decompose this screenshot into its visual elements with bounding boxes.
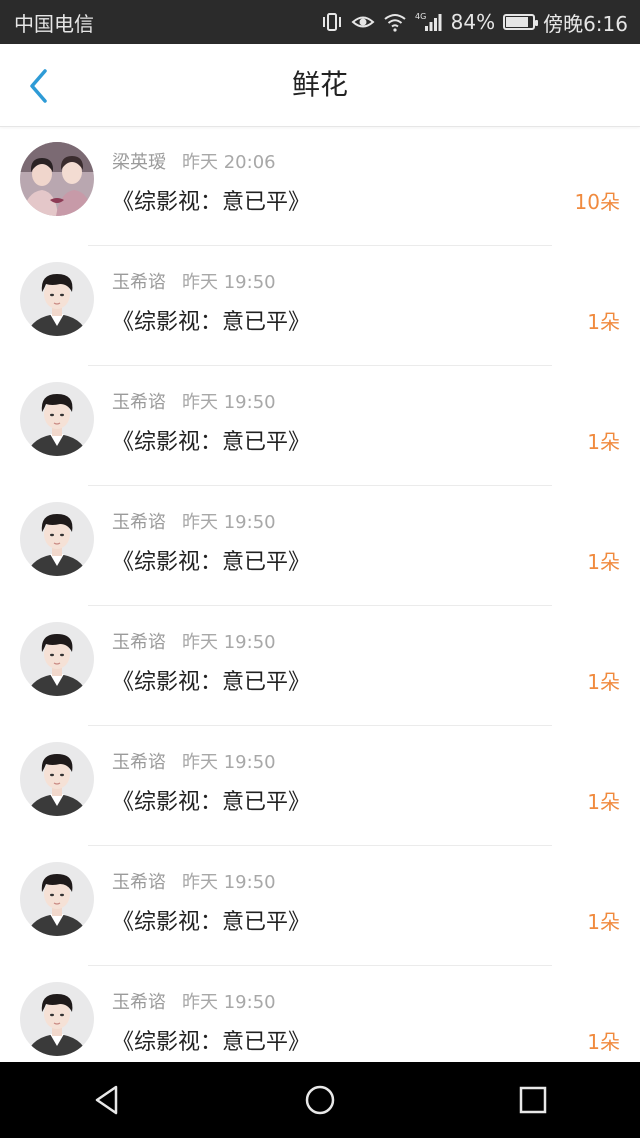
list-item[interactable]: 玉希谘 昨天 19:50 《综影视：意已平》 1朵 (0, 606, 640, 726)
timestamp: 昨天 19:50 (182, 632, 276, 653)
flower-record-list[interactable]: 梁英瑷 昨天 20:06 《综影视：意已平》 10朵 玉希谘 昨天 19:50 《综… (0, 126, 640, 1062)
flower-count: 1朵 (587, 430, 620, 454)
avatar-boy[interactable] (20, 262, 94, 336)
avatar-boy-image (20, 382, 94, 456)
battery-percent: 84% (450, 10, 496, 34)
avatar-boy-image (20, 502, 94, 576)
avatar-couple-image (20, 142, 94, 216)
timestamp: 昨天 19:50 (182, 992, 276, 1013)
home-circle-icon (305, 1085, 335, 1115)
user-name: 梁英瑷 (112, 152, 166, 173)
book-title: 《综影视：意已平》 (112, 1030, 311, 1055)
avatar-boy-image (20, 982, 94, 1056)
timestamp: 昨天 19:50 (182, 872, 276, 893)
recents-square-icon (520, 1086, 547, 1114)
vibrate-icon (321, 12, 343, 32)
book-title: 《综影视：意已平》 (112, 790, 311, 815)
avatar-boy-image (20, 622, 94, 696)
eye-icon (351, 12, 375, 32)
item-meta: 玉希谘 昨天 19:50 (112, 748, 276, 774)
list-item[interactable]: 玉希谘 昨天 19:50 《综影视：意已平》 1朵 (0, 966, 640, 1062)
nav-home-button[interactable] (290, 1070, 350, 1130)
book-title: 《综影视：意已平》 (112, 910, 311, 935)
list-item[interactable]: 玉希谘 昨天 19:50 《综影视：意已平》 1朵 (0, 246, 640, 366)
timestamp: 昨天 19:50 (182, 272, 276, 293)
book-title: 《综影视：意已平》 (112, 430, 311, 455)
user-name: 玉希谘 (112, 512, 166, 533)
carrier-label: 中国电信 (14, 11, 94, 36)
item-meta: 玉希谘 昨天 19:50 (112, 388, 276, 414)
flower-count: 10朵 (574, 190, 620, 214)
book-title: 《综影视：意已平》 (112, 190, 311, 215)
avatar-boy-image (20, 262, 94, 336)
flower-count: 1朵 (587, 550, 620, 574)
avatar-boy[interactable] (20, 502, 94, 576)
user-name: 玉希谘 (112, 272, 166, 293)
item-meta: 梁英瑷 昨天 20:06 (112, 148, 276, 174)
user-name: 玉希谘 (112, 392, 166, 413)
clock: 傍晚6:16 (543, 11, 628, 36)
book-title: 《综影视：意已平》 (112, 670, 311, 695)
back-triangle-icon (95, 1085, 117, 1115)
timestamp: 昨天 19:50 (182, 392, 276, 413)
nav-recents-button[interactable] (503, 1070, 563, 1130)
avatar-boy[interactable] (20, 382, 94, 456)
flower-count: 1朵 (587, 790, 620, 814)
user-name: 玉希谘 (112, 992, 166, 1013)
signal-icon: 4G (415, 11, 443, 33)
wifi-icon (383, 12, 407, 32)
avatar-boy-image (20, 742, 94, 816)
network-type-label: 4G (415, 12, 426, 21)
item-meta: 玉希谘 昨天 19:50 (112, 628, 276, 654)
battery-level-fill (506, 17, 528, 27)
list-item[interactable]: 梁英瑷 昨天 20:06 《综影视：意已平》 10朵 (0, 126, 640, 246)
item-meta: 玉希谘 昨天 19:50 (112, 988, 276, 1014)
avatar-boy[interactable] (20, 982, 94, 1056)
header-bar: 鲜花 (0, 44, 640, 127)
nav-back-button[interactable] (77, 1070, 137, 1130)
avatar-boy[interactable] (20, 622, 94, 696)
avatar-boy[interactable] (20, 742, 94, 816)
flower-count: 1朵 (587, 670, 620, 694)
page-title: 鲜花 (291, 68, 348, 101)
timestamp: 昨天 19:50 (182, 752, 276, 773)
status-icons: 4G 84% 傍晚6:16 (321, 8, 640, 37)
list-item[interactable]: 玉希谘 昨天 19:50 《综影视：意已平》 1朵 (0, 366, 640, 486)
item-meta: 玉希谘 昨天 19:50 (112, 868, 276, 894)
list-item[interactable]: 玉希谘 昨天 19:50 《综影视：意已平》 1朵 (0, 726, 640, 846)
timestamp: 昨天 20:06 (182, 152, 276, 173)
flower-count: 1朵 (587, 310, 620, 334)
status-bar: 中国电信 4G 84% 傍晚6:16 (0, 0, 640, 44)
user-name: 玉希谘 (112, 752, 166, 773)
timestamp: 昨天 19:50 (182, 512, 276, 533)
user-name: 玉希谘 (112, 632, 166, 653)
user-name: 玉希谘 (112, 872, 166, 893)
avatar-couple[interactable] (20, 142, 94, 216)
item-meta: 玉希谘 昨天 19:50 (112, 508, 276, 534)
flower-count: 1朵 (587, 1030, 620, 1054)
avatar-boy-image (20, 862, 94, 936)
system-nav-bar (0, 1062, 640, 1138)
avatar-boy[interactable] (20, 862, 94, 936)
flower-count: 1朵 (587, 910, 620, 934)
book-title: 《综影视：意已平》 (112, 310, 311, 335)
item-meta: 玉希谘 昨天 19:50 (112, 268, 276, 294)
list-item[interactable]: 玉希谘 昨天 19:50 《综影视：意已平》 1朵 (0, 846, 640, 966)
battery-icon (503, 14, 539, 30)
book-title: 《综影视：意已平》 (112, 550, 311, 575)
list-item[interactable]: 玉希谘 昨天 19:50 《综影视：意已平》 1朵 (0, 486, 640, 606)
